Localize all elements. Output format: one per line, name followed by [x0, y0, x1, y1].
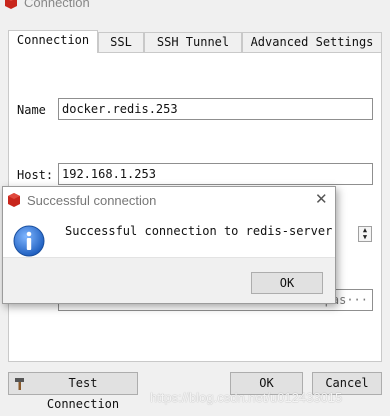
- dialog-title: Successful connection: [27, 193, 157, 208]
- info-icon: [13, 225, 45, 257]
- host-field[interactable]: 192.168.1.253: [58, 163, 373, 185]
- dialog-ok-button[interactable]: OK: [251, 272, 323, 294]
- window-title: Connection: [24, 0, 90, 10]
- success-dialog: Successful connection ✕ Successful conne…: [2, 186, 336, 304]
- watermark-text: https://blog.csdn.net/u012433015: [150, 390, 343, 405]
- down-arrow-icon: ▼: [362, 233, 368, 241]
- window-titlebar: Connection: [0, 0, 390, 12]
- dialog-footer: OK: [3, 257, 335, 303]
- tab-connection[interactable]: Connection: [8, 30, 98, 53]
- redis-logo-icon: [8, 193, 20, 207]
- redis-logo-icon: [5, 0, 17, 9]
- tab-ssh-tunnel[interactable]: SSH Tunnel: [144, 32, 242, 52]
- test-connection-button[interactable]: Test Connection: [8, 372, 138, 411]
- hammer-icon: [15, 378, 24, 390]
- tab-ssl[interactable]: SSL: [98, 32, 144, 52]
- name-label: Name: [17, 103, 46, 117]
- dialog-message: Successful connection to redis-server: [65, 224, 333, 238]
- name-field[interactable]: docker.redis.253: [58, 98, 373, 120]
- close-icon[interactable]: ✕: [315, 190, 328, 208]
- tab-advanced-settings[interactable]: Advanced Settings: [242, 32, 382, 52]
- port-stepper[interactable]: ▲ ▼: [358, 226, 372, 242]
- host-label: Host:: [17, 168, 54, 182]
- test-connection-label: Test Connection: [46, 376, 120, 411]
